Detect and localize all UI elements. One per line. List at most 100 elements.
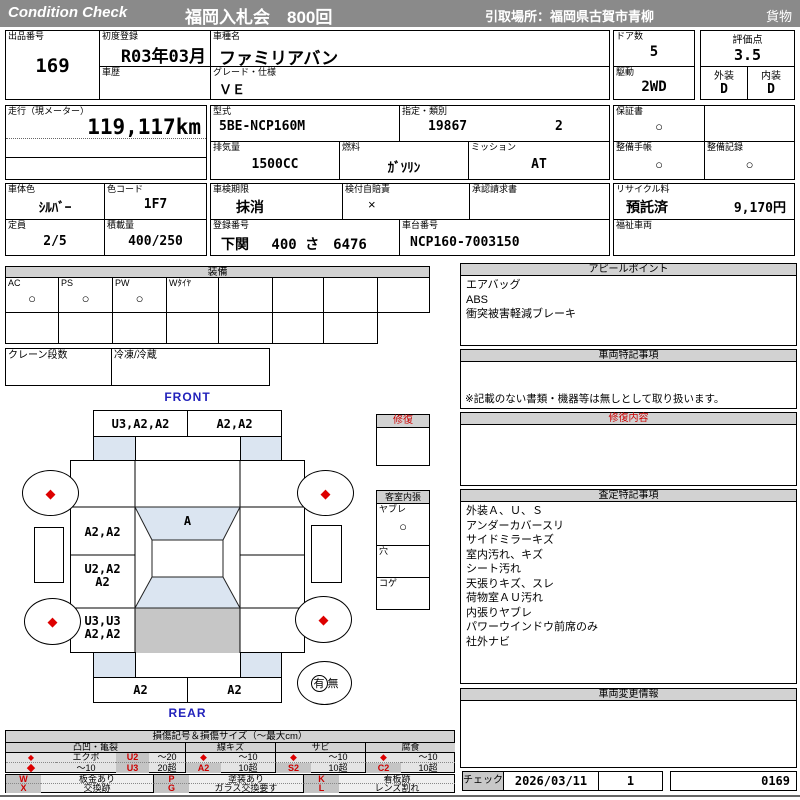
rear-left-lamp xyxy=(93,652,136,678)
condition-check-sheet: Condition Check 福岡入札会 800回 引取場所：福岡県古賀市青柳… xyxy=(0,0,800,800)
legend-codes-table: W 板金あり P 塗装あり K 看板跡 X 交換跡 G ガラス交換要す L レン… xyxy=(5,774,455,793)
mission-label: ミッション xyxy=(471,142,517,152)
check-number-cell: 0169 xyxy=(670,771,797,791)
legend-corrosion-size-1: ～10 xyxy=(401,753,455,763)
drive-value: 2WD xyxy=(641,79,667,95)
capacity-box: 定員 2/5 xyxy=(5,219,105,256)
mileage-box: 走行（現メーター） 119,117km xyxy=(5,105,207,180)
inspection-box: 車検期限 抹消 xyxy=(210,183,343,220)
doors-box: ドア数 5 xyxy=(613,30,695,67)
legend-dent-size-1: ～20 xyxy=(149,753,186,763)
change-info-panel: 車両変更情報 xyxy=(460,688,797,768)
capacity-value: 2/5 xyxy=(43,234,67,249)
insurance-value: × xyxy=(368,197,376,212)
chassis-box: 車台番号 NCP160-7003150 xyxy=(399,219,610,256)
lining-row-burn: コゲ xyxy=(377,578,429,610)
equipment-cell-empty xyxy=(5,312,59,344)
interior-value: D xyxy=(767,82,775,97)
equipment-ac-label: AC xyxy=(8,278,21,288)
spare-yes-circled: 有 xyxy=(310,674,328,692)
spare-tire-indicator: 有無 xyxy=(297,661,352,705)
rear-bumper-left-cell: A2 xyxy=(93,677,188,703)
legend-scratch-code: A2 xyxy=(186,763,221,773)
exterior-value: D xyxy=(720,82,728,97)
maintenance-book-value: ○ xyxy=(655,157,663,172)
plate-label: 登録番号 xyxy=(213,220,250,230)
equipment-cell-empty xyxy=(218,312,273,344)
legend-dent-label-2: ～10 xyxy=(76,762,96,773)
warranty-spacer-box xyxy=(704,105,795,142)
color-code-box: 色コード 1F7 xyxy=(104,183,207,220)
check-label-cell: チェック xyxy=(462,771,504,791)
brand-logo: Condition Check xyxy=(8,4,128,21)
maintenance-record-box: 整備記録 ○ xyxy=(704,141,795,180)
equipment-cell-empty xyxy=(323,277,378,313)
lining-hole-label: 穴 xyxy=(379,546,389,556)
vehicle-notes-panel: 車両特記事項 ※記載のない書類・機器等は無しとして取り扱います。 xyxy=(460,349,797,409)
equipment-ps-value: ○ xyxy=(81,291,90,306)
legend-rust-code: S2 xyxy=(276,763,311,773)
interior-label: 内装 xyxy=(761,71,781,82)
history-box: 車歴 xyxy=(99,66,211,100)
wheel-rear-left: ◆ xyxy=(24,598,81,645)
mission-box: ミッション AT xyxy=(468,141,610,180)
class-label: 指定・類別 xyxy=(402,106,448,116)
wheel-front-left: ◆ xyxy=(22,470,79,516)
front-bumper-right-code: A2,A2 xyxy=(216,416,253,431)
check-date: 2026/03/11 xyxy=(514,774,588,788)
equipment-cell-wtire: Wﾀｲﾔ xyxy=(166,277,219,313)
assessment-lines: 外装Ａ、Ｕ、Ｓ アンダーカバースリ サイドミラーキズ 室内汚れ、キズ シート汚れ… xyxy=(466,505,598,648)
drive-box: 駆動 2WD xyxy=(613,66,695,100)
approval-box: 承認請求書 xyxy=(469,183,610,220)
mission-value: AT xyxy=(531,157,547,172)
insurance-box: 検付自賠責 × xyxy=(342,183,470,220)
cabin-lining-title: 客室内張 xyxy=(377,491,429,504)
code-g: G xyxy=(154,784,189,793)
maintenance-record-label: 整備記録 xyxy=(707,142,744,152)
load-capacity-box: 積載量 400/250 xyxy=(104,219,207,256)
fridge-label: 冷凍/冷蔵 xyxy=(114,350,157,361)
mirror-left xyxy=(34,527,64,583)
wheel-front-right: ◆ xyxy=(297,470,354,516)
mileage-label: 走行（現メーター） xyxy=(8,106,90,116)
model-code-label: 型式 xyxy=(213,106,232,116)
body-color-label: 車体色 xyxy=(8,184,36,194)
front-bumper-right-cell: A2,A2 xyxy=(187,410,282,437)
code-g-desc: ガラス交換要す xyxy=(189,784,304,793)
model-code-box: 型式 5BE-NCP160M xyxy=(210,105,400,142)
equipment-cell-empty xyxy=(218,277,273,313)
header-bar: Condition Check 福岡入札会 800回 引取場所：福岡県古賀市青柳… xyxy=(0,0,800,27)
assessment-panel: 査定特記事項 外装Ａ、Ｕ、Ｓ アンダーカバースリ サイドミラーキズ 室内汚れ、キ… xyxy=(460,489,797,684)
inspection-value: 抹消 xyxy=(236,200,264,216)
spare-no: 無 xyxy=(327,678,339,690)
lot-number-value: 169 xyxy=(35,55,70,77)
plate-value: 下関 400 さ 6476 xyxy=(221,237,367,253)
grade-box: グレード・仕様 ＶＥ xyxy=(210,66,610,100)
warranty-box: 保証書 ○ xyxy=(613,105,705,142)
legend-dent-code-2: U3 xyxy=(116,763,149,773)
damage-diamond-icon: ◆ xyxy=(320,485,331,501)
front-left-lamp xyxy=(93,436,136,461)
class-value-2: 2 xyxy=(555,119,563,134)
repair-mini-title: 修復 xyxy=(377,415,429,428)
equipment-pw-value: ○ xyxy=(135,291,144,306)
auction-title: 福岡入札会 800回 xyxy=(185,8,333,27)
equipment-cell-empty xyxy=(112,312,167,344)
warranty-label: 保証書 xyxy=(616,106,644,116)
legend-dent-label-1: エクボ xyxy=(56,753,116,763)
lining-row-tear: ヤブレ ○ xyxy=(377,504,429,546)
doors-label: ドア数 xyxy=(616,31,644,41)
grade-value: ＶＥ xyxy=(219,83,246,98)
page-bottom-rule xyxy=(0,795,800,797)
body-color-value: ｼﾙﾊﾞｰ xyxy=(38,201,72,216)
welfare-label: 福祉車両 xyxy=(616,220,653,230)
rear-bumper-right-cell: A2 xyxy=(187,677,282,703)
color-code-value: 1F7 xyxy=(143,197,168,212)
equipment-cell-empty xyxy=(272,277,324,313)
lining-burn-label: コゲ xyxy=(379,578,398,588)
equipment-ac-value: ○ xyxy=(28,291,36,306)
front-bumper-left-code: U3,A2,A2 xyxy=(111,416,170,431)
left-panel-mid-code: A2,A2 xyxy=(84,525,121,539)
vehicle-category: 貨物 xyxy=(765,9,792,24)
legend-corrosion-code: C2 xyxy=(366,763,401,773)
